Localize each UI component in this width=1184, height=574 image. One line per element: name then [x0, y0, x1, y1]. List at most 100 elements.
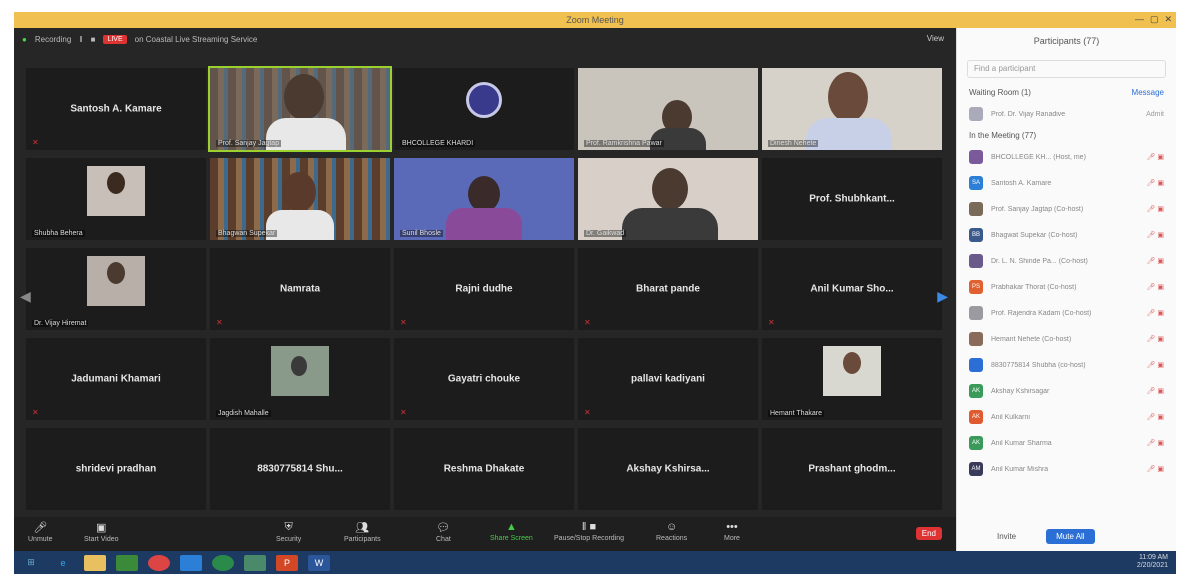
recording-label: Recording [34, 34, 72, 44]
recording-controls-label: Pause/Stop Recording [554, 535, 625, 542]
message-waiting-button[interactable]: Message [1132, 88, 1164, 97]
view-button[interactable]: View [927, 34, 944, 43]
participant-name: Santosh A. Kamare [70, 103, 162, 115]
participant-tile[interactable]: Bharat pande ✕ [578, 248, 758, 330]
minimize-icon[interactable]: — [1135, 14, 1144, 25]
participants-panel-footer: Invite Mute All [957, 521, 1177, 551]
participant-tile[interactable]: Prof. Shubhkant... [762, 158, 942, 240]
file-explorer-icon[interactable] [84, 554, 106, 571]
share-screen-button[interactable]: ▲ Share Screen [490, 521, 533, 542]
participant-tile[interactable]: Sunil Bhosle [394, 158, 574, 240]
participant-tile[interactable]: Dr. Vijay Hiremat [26, 248, 206, 330]
record-dot-icon: ● [22, 34, 27, 44]
prev-page-arrow-icon[interactable]: ◀ [20, 288, 31, 305]
store-app-icon[interactable] [116, 554, 138, 571]
participant-tile[interactable]: Prof. Ramkrishna Pawar [578, 68, 758, 150]
participant-row[interactable]: PS Prabhakar Thorat (Co-host) 🎤︎ ▣ [957, 274, 1176, 300]
participant-tile[interactable]: Shubha Behera [26, 158, 206, 240]
participant-tile[interactable]: Gayatri chouke ✕ [394, 338, 574, 420]
participant-search-input[interactable]: Find a participant [967, 60, 1166, 78]
avatar [969, 358, 983, 372]
participant-tile[interactable]: Santosh A. Kamare ✕ [26, 68, 206, 150]
avatar: SA [969, 176, 983, 190]
participant-tile[interactable]: Anil Kumar Sho... ✕ [762, 248, 942, 330]
start-windows-icon[interactable]: ⊞ [20, 555, 42, 571]
participant-row[interactable]: AK Anil Kumar Sharma 🎤︎ ▣ [957, 430, 1176, 456]
window-controls: — ▢ ✕ [1135, 14, 1172, 25]
participant-row[interactable]: Dr. L. N. Shinde Pa... (Co-host) 🎤︎ ▣ [957, 248, 1176, 274]
invite-button[interactable]: Invite [987, 529, 1026, 544]
participant-tile[interactable]: Jadumani Khamari ✕ [26, 338, 206, 420]
mic-muted-icon: ✕ [32, 138, 39, 147]
maximize-icon[interactable]: ▢ [1150, 14, 1159, 25]
participant-row[interactable]: Hemant Nehete (Co-host) 🎤︎ ▣ [957, 326, 1176, 352]
mute-all-button[interactable]: Mute All [1046, 528, 1095, 544]
more-label: More [724, 535, 740, 542]
participant-tile[interactable]: Dr. Gaikwad [578, 158, 758, 240]
participant-tile[interactable]: pallavi kadiyani ✕ [578, 338, 758, 420]
next-page-arrow-icon[interactable]: ▶ [937, 288, 948, 305]
close-icon[interactable]: ✕ [1164, 14, 1172, 25]
participant-label: Prof. Ramkrishna Pawar [584, 140, 664, 147]
participant-label: BHCOLLEGE KHARDI [400, 140, 476, 147]
participant-tile[interactable]: Bhagwan Supekar [210, 158, 390, 240]
participant-tile[interactable]: BHCOLLEGE KHARDI [394, 68, 574, 150]
participant-name: Prof. Shubhkant... [809, 193, 895, 205]
participant-row[interactable]: 8830775814 Shubha (co-host) 🎤︎ ▣ [957, 352, 1176, 378]
participants-label: Participants [344, 536, 381, 543]
word-icon[interactable]: W [308, 554, 330, 571]
participant-label: Bhagwan Supekar [216, 230, 278, 237]
participant-tile[interactable]: 8830775814 Shu... [210, 428, 390, 510]
participant-row[interactable]: Prof. Sanjay Jagtap (Co-host) 🎤︎ ▣ [957, 196, 1176, 222]
participant-row[interactable]: AM Anil Kumar Mishra 🎤︎ ▣ [957, 456, 1176, 482]
more-button[interactable]: ••• More [724, 521, 740, 542]
participant-row[interactable]: Prof. Rajendra Kadam (Co-host) 🎤︎ ▣ [957, 300, 1176, 326]
participant-label: Dinesh Nehete [768, 140, 819, 147]
stop-icon[interactable]: ■ [91, 35, 96, 44]
participant-name: Anil Kumar Sho... [810, 283, 894, 295]
mic-muted-icon: ✕ [32, 408, 39, 417]
live-status[interactable]: on Coastal Live Streaming Service [135, 35, 258, 44]
recording-controls-button[interactable]: ‖ ■ Pause/Stop Recording [554, 521, 624, 542]
participant-row[interactable]: AK Anil Kulkarni 🎤︎ ▣ [957, 404, 1176, 430]
participant-tile[interactable]: Prof. Sanjay Jagtap [208, 66, 392, 152]
mic-video-muted-icon: 🎤︎ ▣ [1146, 362, 1164, 369]
waiting-participant-row[interactable]: Prof. Dr. Vijay Ranadive Admit [957, 101, 1176, 127]
avatar [969, 254, 983, 268]
end-meeting-button[interactable]: End [915, 527, 942, 540]
participant-row[interactable]: BHCOLLEGE KH... (Host, me) 🎤︎ ▣ [957, 144, 1176, 170]
admit-button[interactable]: Admit [1146, 111, 1164, 118]
powerpoint-icon[interactable]: P [276, 554, 298, 571]
start-video-button[interactable]: ▣ Start Video [84, 521, 119, 543]
chrome-icon[interactable] [148, 554, 170, 571]
participant-tile[interactable]: Akshay Kshirsa... [578, 428, 758, 510]
ie-browser-icon[interactable]: e [52, 555, 74, 571]
avatar: AM [969, 462, 983, 476]
participant-tile[interactable]: Prashant ghodm... [762, 428, 942, 510]
participant-tile[interactable]: Dinesh Nehete [762, 68, 942, 150]
mic-video-muted-icon: 🎤︎ ▣ [1146, 414, 1164, 421]
chat-button[interactable]: 💬︎ Chat [436, 521, 451, 543]
maps-icon[interactable] [244, 554, 266, 571]
participant-tile[interactable]: Jagdish Mahalle [210, 338, 390, 420]
security-button[interactable]: ⛨ Security [276, 521, 301, 543]
microphone-icon: 🎤︎ [33, 522, 48, 534]
participant-tile[interactable]: Hemant Thakare [762, 338, 942, 420]
unmute-button[interactable]: 🎤︎ Unmute [28, 521, 53, 543]
participant-row[interactable]: AK Akshay Kshirsagar 🎤︎ ▣ [957, 378, 1176, 404]
participant-name: Anil Kulkarni [991, 413, 1030, 421]
participant-tile[interactable]: Namrata ✕ [210, 248, 390, 330]
participant-tile[interactable]: Reshma Dhakate [394, 428, 574, 510]
participants-button[interactable]: 👥︎ Participants [344, 521, 381, 543]
spotify-icon[interactable] [212, 554, 234, 571]
mic-muted-icon: ✕ [400, 318, 407, 327]
mic-muted-icon: ✕ [400, 408, 407, 417]
participant-row[interactable]: SA Santosh A. Kamare 🎤︎ ▣ [957, 170, 1176, 196]
participant-tile[interactable]: shridevi pradhan [26, 428, 206, 510]
pause-icon[interactable]: ‖ [79, 35, 82, 44]
participant-tile[interactable]: Rajni dudhe ✕ [394, 248, 574, 330]
participant-row[interactable]: BB Bhagwat Supekar (Co-host) 🎤︎ ▣ [957, 222, 1176, 248]
reactions-button[interactable]: ☺ Reactions [656, 521, 687, 542]
participant-name: Rajni dudhe [455, 283, 513, 295]
zoom-app-icon[interactable] [180, 554, 202, 571]
